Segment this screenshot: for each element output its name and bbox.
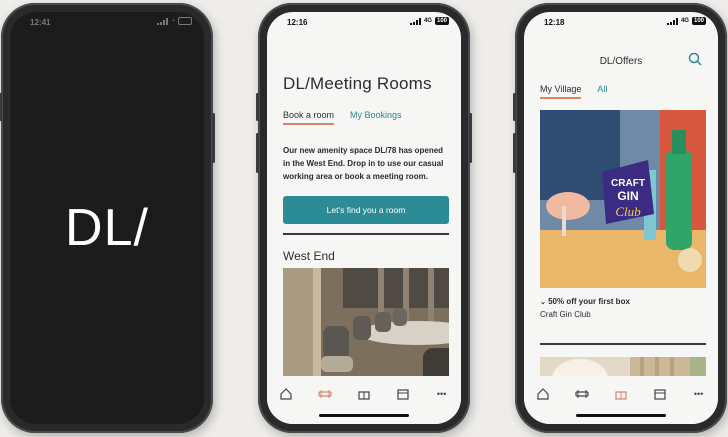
section-title: West End: [283, 249, 335, 263]
home-icon[interactable]: [534, 386, 552, 402]
phone-offers: 12:18 4G 100 DL/Offers My Village All CR…: [513, 3, 727, 433]
badge-line-2: GIN: [617, 189, 638, 203]
find-room-button[interactable]: Let's find you a room: [283, 196, 449, 224]
gift-icon[interactable]: [612, 386, 630, 402]
battery-icon: 100: [691, 17, 706, 25]
signal-icon: [409, 17, 421, 25]
status-time: 12:16: [287, 18, 308, 27]
status-icons: 4G 100: [666, 17, 706, 25]
tab-bar: Book a room My Bookings: [283, 110, 402, 125]
tab-bar: My Village All: [540, 84, 607, 99]
offer-brand: Craft Gin Club: [540, 310, 591, 319]
status-icons: ◔: [156, 17, 192, 25]
network-label: 4G: [423, 18, 432, 24]
home-indicator: [576, 414, 666, 417]
tab-book-a-room[interactable]: Book a room: [283, 110, 335, 125]
signal-icon: [156, 17, 168, 25]
battery-icon: [178, 17, 192, 25]
status-bar: 12:41 ◔: [10, 12, 204, 32]
phone-meeting-rooms: 12:16 4G 100 DL/Meeting Rooms Book a roo…: [256, 3, 472, 433]
calendar-icon[interactable]: [394, 386, 412, 402]
signal-icon: [666, 17, 678, 25]
wifi-icon: ◔: [170, 17, 175, 25]
calendar-icon[interactable]: [651, 386, 669, 402]
battery-icon: 100: [434, 17, 449, 25]
meeting-rooms-screen: 12:16 4G 100 DL/Meeting Rooms Book a roo…: [267, 12, 461, 424]
divider: [283, 233, 449, 235]
divider: [540, 343, 706, 345]
more-icon[interactable]: •••: [690, 386, 708, 402]
meeting-room-icon[interactable]: [573, 386, 591, 402]
network-label: 4G: [680, 18, 689, 24]
tab-all[interactable]: All: [597, 84, 607, 99]
offer-title: ⌄ 50% off your first box: [540, 297, 630, 306]
search-icon[interactable]: [688, 52, 702, 71]
offer-photo[interactable]: CRAFT GIN Club: [540, 110, 706, 288]
gift-icon[interactable]: [355, 386, 373, 402]
tab-my-village[interactable]: My Village: [540, 84, 582, 99]
status-time: 12:18: [544, 18, 565, 27]
app-logo: DL/: [65, 199, 149, 257]
status-bar: 12:18 4G 100: [524, 12, 718, 32]
status-icons: 4G 100: [409, 17, 449, 25]
more-icon[interactable]: •••: [433, 386, 451, 402]
tab-my-bookings[interactable]: My Bookings: [350, 110, 402, 125]
intro-text: Our new amenity space DL/78 has opened i…: [283, 146, 444, 181]
gin-offer-illustration: CRAFT GIN Club: [540, 110, 706, 288]
offers-screen: 12:18 4G 100 DL/Offers My Village All CR…: [524, 12, 718, 424]
offer-title-text: 50% off your first box: [548, 297, 630, 306]
badge-line-1: CRAFT: [611, 178, 645, 189]
phone-splash: 12:41 ◔ DL/: [0, 3, 215, 433]
page-title: DL/Meeting Rooms: [283, 74, 432, 93]
home-icon[interactable]: [277, 386, 295, 402]
splash-screen: 12:41 ◔ DL/: [10, 12, 204, 424]
meeting-room-icon[interactable]: [316, 386, 334, 402]
status-bar: 12:16 4G 100: [267, 12, 461, 32]
status-time: 12:41: [30, 18, 51, 27]
home-indicator: [319, 414, 409, 417]
badge-line-3: Club: [615, 204, 641, 219]
tag-icon: ⌄: [540, 299, 546, 306]
